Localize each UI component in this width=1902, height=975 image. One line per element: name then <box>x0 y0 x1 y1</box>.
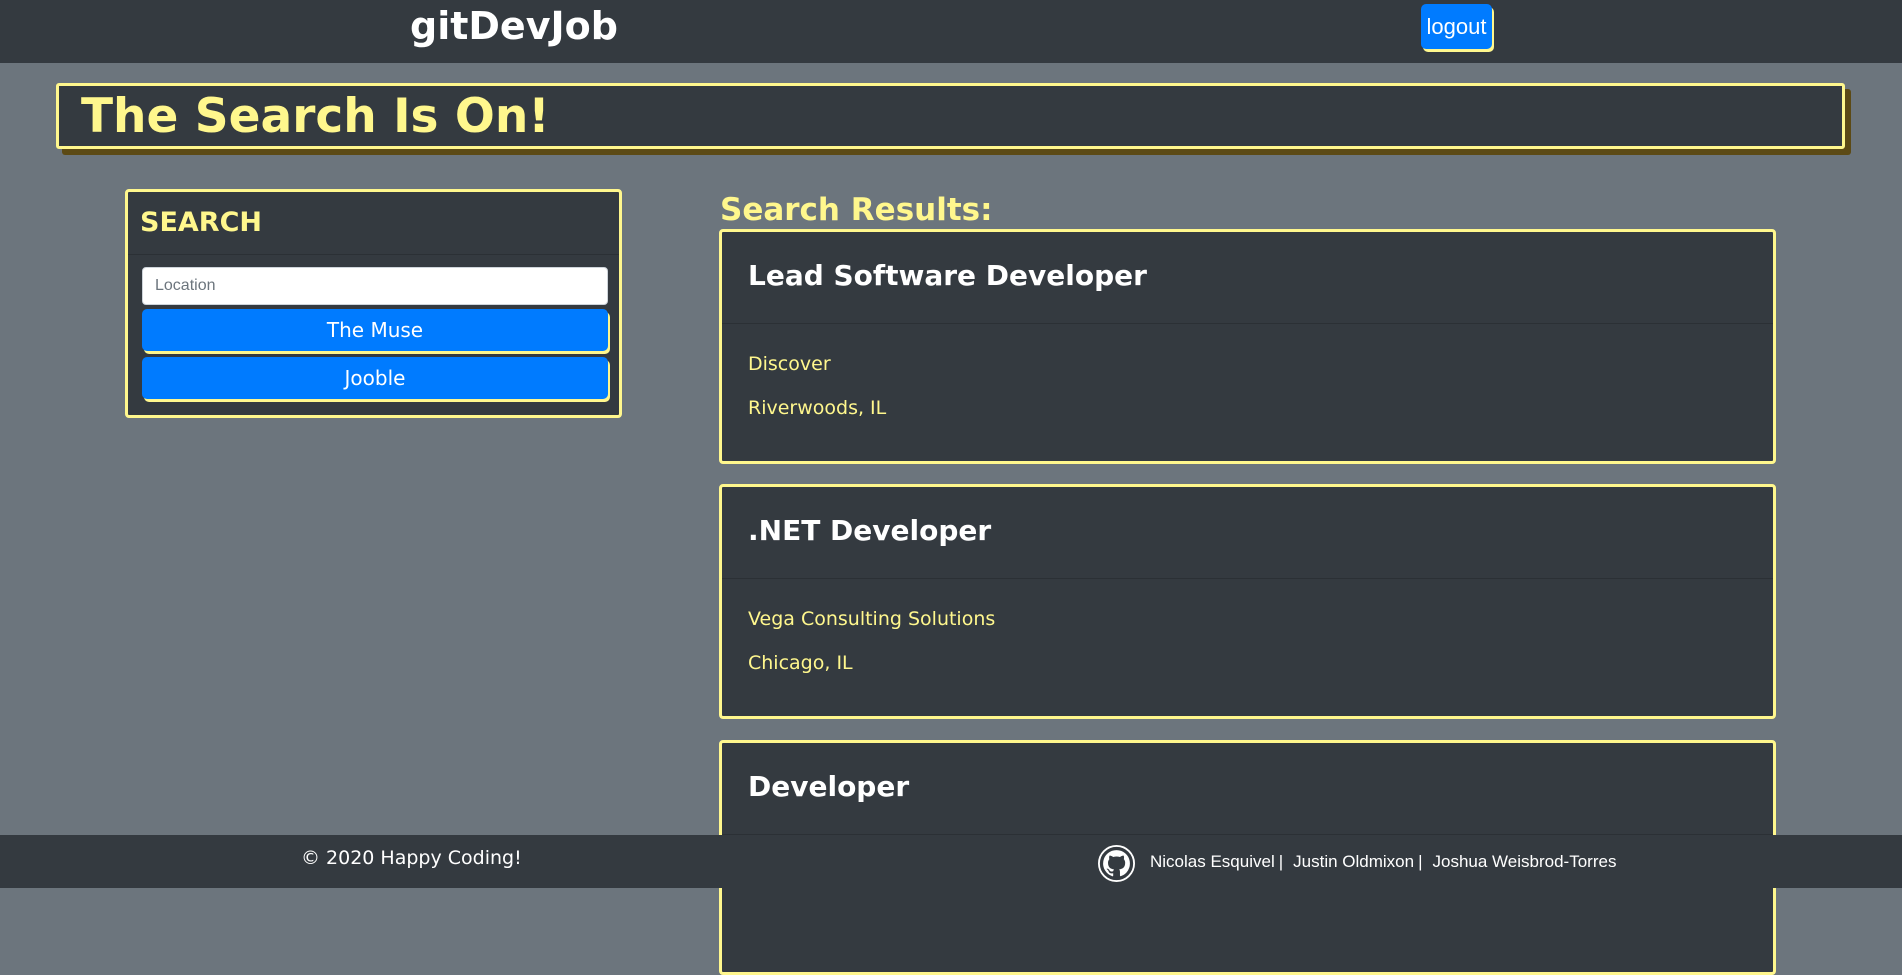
result-card-header: Developer <box>722 743 1773 835</box>
author-separator: | <box>1278 852 1284 871</box>
job-company: Vega Consulting Solutions <box>748 608 996 630</box>
jooble-button[interactable]: Jooble <box>142 357 608 399</box>
the-muse-button[interactable]: The Muse <box>142 309 608 351</box>
navbar: gitDevJob logout <box>0 0 1902 63</box>
job-title: Lead Software Developer <box>748 259 1147 292</box>
result-card[interactable]: Lead Software Developer Discover Riverwo… <box>719 229 1776 464</box>
authors-list: Nicolas Esquivel | Justin Oldmixon | Joshua … <box>1150 851 1616 873</box>
job-location: Riverwoods, IL <box>748 397 887 419</box>
search-panel-header: SEARCH <box>128 192 619 255</box>
author-link-nicolas[interactable]: Nicolas Esquivel <box>1150 852 1275 871</box>
results-heading: Search Results: <box>720 192 993 228</box>
location-input[interactable] <box>142 267 608 305</box>
author-separator: | <box>1418 852 1423 871</box>
footer: © 2020 Happy Coding! Nicolas Esquivel | Ju… <box>0 835 1902 888</box>
result-card-header: Lead Software Developer <box>722 232 1773 324</box>
author-link-joshua[interactable]: Joshua Weisbrod-Torres <box>1433 852 1617 871</box>
search-panel: SEARCH The Muse Jooble <box>125 189 622 418</box>
job-title: .NET Developer <box>748 514 992 547</box>
brand-logo[interactable]: gitDevJob <box>410 2 618 50</box>
author-link-justin[interactable]: Justin Oldmixon <box>1293 852 1414 871</box>
logout-button[interactable]: logout <box>1421 4 1492 49</box>
result-card[interactable]: .NET Developer Vega Consulting Solutions… <box>719 484 1776 719</box>
copyright-text: © 2020 Happy Coding! <box>301 847 522 869</box>
job-title: Developer <box>748 770 910 803</box>
job-location: Chicago, IL <box>748 652 853 674</box>
page-title: The Search Is On! <box>81 89 550 144</box>
result-card-header: .NET Developer <box>722 487 1773 579</box>
github-icon[interactable] <box>1098 845 1135 882</box>
job-company: Discover <box>748 353 831 375</box>
search-panel-title: SEARCH <box>140 207 262 238</box>
page-header: The Search Is On! <box>56 83 1845 149</box>
